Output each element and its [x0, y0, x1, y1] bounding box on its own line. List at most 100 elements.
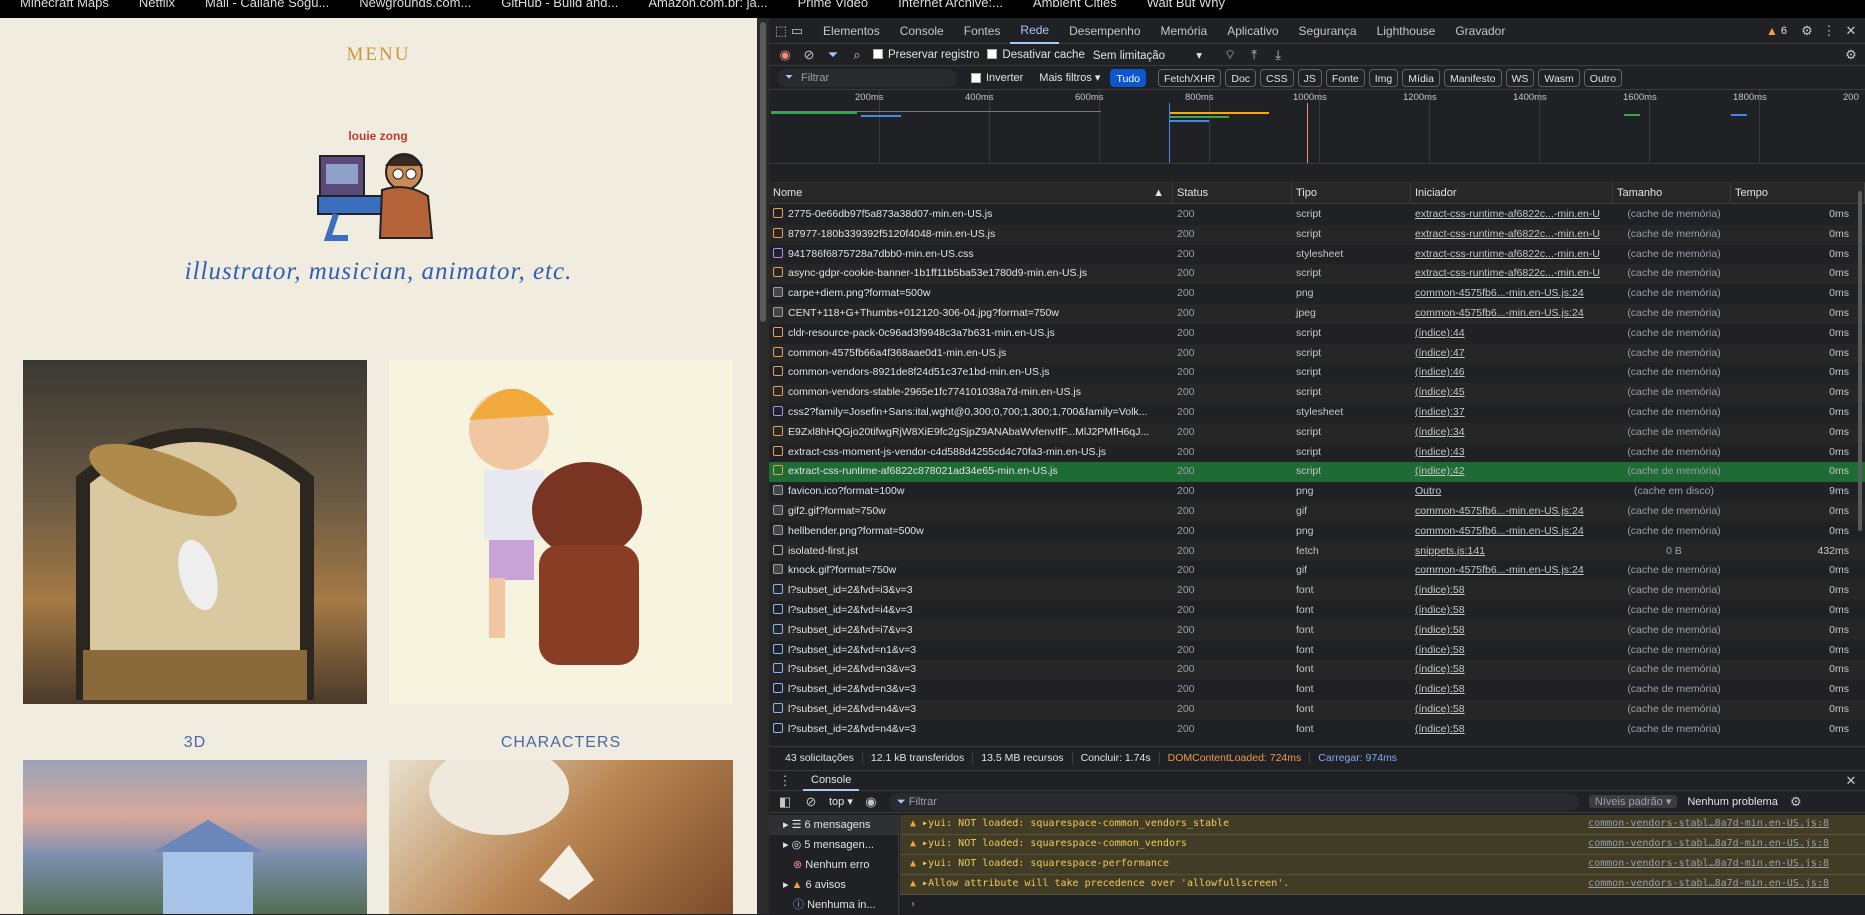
checkbox-icon[interactable]	[971, 72, 981, 83]
chip-all[interactable]: Tudo	[1110, 68, 1146, 87]
close-drawer-icon[interactable]: ✕	[1843, 773, 1859, 789]
table-row[interactable]: l?subset_id=2&fvd=i4&v=3 200 font (índice):…	[769, 601, 1865, 621]
table-row[interactable]: l?subset_id=2&fvd=n3&v=3 200 font (índice):…	[769, 660, 1865, 681]
bookmark-item[interactable]: Amazon.com.br: ja...	[648, 0, 767, 18]
message-source-link[interactable]: common-vendors-stabl…8a7d-min.en-US.js:8	[1588, 875, 1829, 893]
tab-fontes[interactable]: Fontes	[954, 18, 1011, 44]
request-initiator[interactable]: (índice):43	[1411, 443, 1613, 463]
chip-css[interactable]: CSS	[1260, 68, 1294, 87]
column-header-status[interactable]: Status	[1173, 182, 1292, 204]
checkbox-icon[interactable]	[873, 49, 883, 60]
louie-zong-logo[interactable]: louie zong	[316, 126, 440, 258]
warning-count[interactable]: 6	[1781, 25, 1787, 37]
tab-elementos[interactable]: Elementos	[813, 18, 890, 44]
request-initiator[interactable]: (índice):42	[1411, 462, 1613, 482]
bookmark-item[interactable]: Ambient Cities	[1033, 0, 1117, 18]
request-initiator[interactable]: extract-css-runtime-af6822c...-min.en-U	[1411, 205, 1613, 225]
request-initiator[interactable]: (índice):34	[1411, 423, 1613, 443]
table-row[interactable]: 941786f6875728a7dbb0-min.en-US.css 200 sty…	[769, 245, 1865, 265]
request-initiator[interactable]: (índice):37	[1411, 403, 1613, 423]
close-icon[interactable]: ✕	[1843, 23, 1859, 39]
chip-media[interactable]: Mídia	[1402, 68, 1440, 87]
throttle-select[interactable]: Sem limitação ▾	[1093, 48, 1202, 62]
bookmark-item[interactable]: Minecraft Maps	[20, 0, 109, 18]
request-initiator[interactable]: (índice):58	[1411, 621, 1613, 641]
request-initiator[interactable]: (índice):58	[1411, 581, 1613, 601]
request-initiator[interactable]: (índice):45	[1411, 383, 1613, 403]
table-row[interactable]: l?subset_id=2&fvd=i7&v=3 200 font (índice):…	[769, 620, 1865, 641]
request-initiator[interactable]: common-4575fb6...-min.en-US.js:24	[1411, 284, 1613, 304]
device-toolbar-icon[interactable]: ▭	[789, 23, 805, 39]
request-initiator[interactable]: extract-css-runtime-af6822c...-min.en-U	[1411, 245, 1613, 265]
column-header-size[interactable]: Tamanho	[1613, 182, 1731, 204]
console-warning-message[interactable]: ▲ ▸yui: NOT loaded: squarespace-common_v…	[900, 815, 1865, 835]
request-initiator[interactable]: Outro	[1411, 482, 1613, 502]
request-initiator[interactable]: extract-css-runtime-af6822c...-min.en-U	[1411, 264, 1613, 284]
invert-checkbox[interactable]: Inverter	[971, 72, 1023, 84]
bookmark-item[interactable]: Mail - Caliane Sogu...	[205, 0, 329, 18]
console-warning-message[interactable]: ▲ ▸Allow attribute will take precedence …	[900, 875, 1865, 895]
chip-wasm[interactable]: Wasm	[1538, 68, 1580, 87]
console-warning-message[interactable]: ▲ ▸yui: NOT loaded: squarespace-performa…	[900, 855, 1865, 875]
request-initiator[interactable]: common-4575fb6...-min.en-US.js:24	[1411, 304, 1613, 324]
column-header-type[interactable]: Tipo	[1292, 182, 1411, 204]
scrollbar-thumb[interactable]	[760, 22, 766, 322]
table-row[interactable]: hellbender.png?format=500w 200 png common-4…	[769, 522, 1865, 542]
request-initiator[interactable]: snippets.js:141	[1411, 542, 1613, 562]
tab-aplicativo[interactable]: Aplicativo	[1217, 18, 1288, 44]
upload-icon[interactable]: ⤒	[1246, 47, 1262, 63]
tab-rede[interactable]: Rede	[1010, 18, 1060, 44]
tab-gravador[interactable]: Gravador	[1445, 18, 1515, 44]
more-filters-dropdown[interactable]: Mais filtros ▾	[1039, 71, 1100, 84]
network-scrollbar[interactable]	[1855, 191, 1865, 541]
checkbox-icon[interactable]	[987, 49, 998, 60]
gallery-tile[interactable]	[389, 760, 733, 914]
table-row[interactable]: 2775-0e66db97f5a873a38d07-min.en-US.js 20…	[769, 205, 1865, 225]
table-row[interactable]: l?subset_id=2&fvd=n3&v=3 200 font (índice):…	[769, 680, 1865, 700]
gear-icon[interactable]: ⚙	[1799, 23, 1815, 39]
table-row[interactable]: E9Zxl8hHQGjo20tifwgRjW8XiE9fc2gSjpZ9ANAb…	[769, 422, 1865, 443]
issues-link[interactable]: Nenhum problema	[1687, 796, 1778, 808]
request-initiator[interactable]: common-4575fb6...-min.en-US.js:24	[1411, 522, 1613, 542]
3d-gallery-tile[interactable]	[23, 360, 367, 704]
tab-seguranca[interactable]: Segurança	[1289, 18, 1367, 44]
log-levels-dropdown[interactable]: Níveis padrão ▾	[1588, 795, 1678, 808]
search-icon[interactable]: ⌕	[849, 47, 865, 63]
request-initiator[interactable]: (índice):47	[1411, 344, 1613, 364]
chip-manifest[interactable]: Manifesto	[1443, 68, 1502, 87]
tab-memoria[interactable]: Memória	[1151, 18, 1218, 44]
table-row[interactable]: knock.gif?format=750w 200 gif common-4575fb…	[769, 561, 1865, 581]
column-header-initiator[interactable]: Iniciador	[1411, 182, 1613, 204]
network-conditions-icon[interactable]: ⌔	[1222, 47, 1238, 63]
chip-img[interactable]: Img	[1368, 68, 1399, 87]
console-warning-message[interactable]: ▲ ▸yui: NOT loaded: squarespace-common_v…	[900, 835, 1865, 855]
request-initiator[interactable]: (índice):58	[1411, 700, 1613, 720]
sidebar-item-errors[interactable]: ⊗ Nenhum erro	[769, 855, 898, 875]
download-icon[interactable]: ⤓	[1270, 47, 1286, 63]
console-filter-input[interactable]: ⏷ Filtrar	[888, 792, 1579, 811]
table-row[interactable]: l?subset_id=2&fvd=n4&v=3 200 font (índice):…	[769, 700, 1865, 720]
warning-icon[interactable]: ▲	[1766, 24, 1778, 38]
request-initiator[interactable]: (índice):58	[1411, 720, 1613, 740]
table-row[interactable]: favicon.ico?format=100w 200 png Outro (cache…	[769, 482, 1865, 502]
table-row[interactable]: l?subset_id=2&fvd=n1&v=3 200 font (índice):…	[769, 641, 1865, 661]
bookmark-item[interactable]: Prime Video	[798, 0, 869, 18]
table-row[interactable]: common-vendors-stable-2965e1fc774101038a…	[769, 383, 1865, 403]
bookmark-item[interactable]: Netflix	[139, 0, 175, 18]
sidebar-item-messages[interactable]: ▸ ☰ 6 mensagens	[769, 815, 898, 835]
inspect-icon[interactable]: ⬚	[773, 23, 789, 39]
drawer-menu-icon[interactable]: ⋮	[777, 773, 793, 789]
table-row[interactable]: l?subset_id=2&fvd=i3&v=3 200 font (índice):…	[769, 581, 1865, 601]
request-initiator[interactable]: (índice):58	[1411, 601, 1613, 621]
menu-link[interactable]: MENU	[0, 44, 757, 66]
tab-desempenho[interactable]: Desempenho	[1059, 18, 1150, 44]
table-row[interactable]: cldr-resource-pack-0c96ad3f9948c3a7b631-…	[769, 324, 1865, 344]
table-row[interactable]: carpe+diem.png?format=500w 200 png common-4…	[769, 284, 1865, 304]
request-initiator[interactable]: (índice):58	[1411, 660, 1613, 680]
sidebar-item-user-messages[interactable]: ▸ ◎ 5 mensagen...	[769, 835, 898, 855]
chip-js[interactable]: JS	[1297, 68, 1322, 87]
request-initiator[interactable]: common-4575fb6...-min.en-US.js:24	[1411, 502, 1613, 522]
table-row[interactable]: l?subset_id=2&fvd=n4&v=3 200 font (índice):…	[769, 720, 1865, 740]
request-initiator[interactable]: (índice):44	[1411, 324, 1613, 344]
message-source-link[interactable]: common-vendors-stabl…8a7d-min.en-US.js:8	[1588, 855, 1829, 873]
